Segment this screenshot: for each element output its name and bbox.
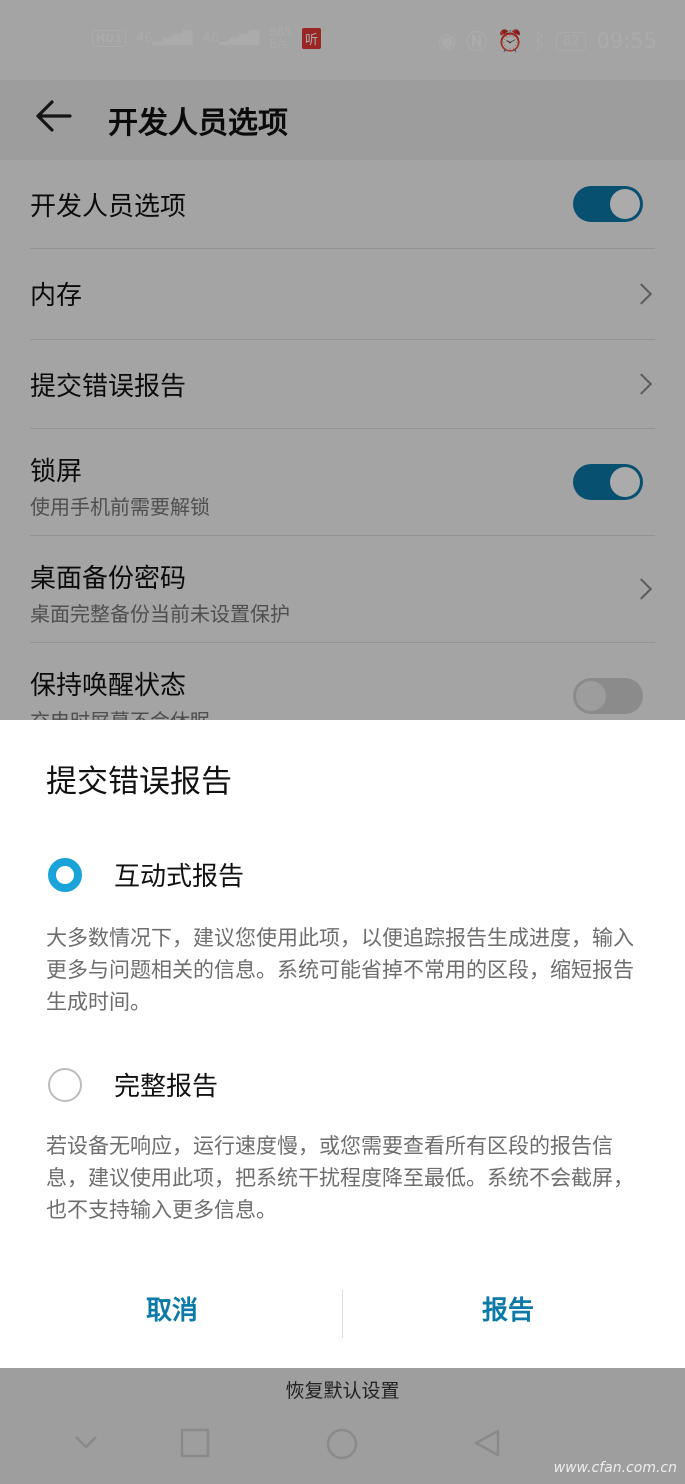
option-label: 完整报告	[114, 1072, 219, 1102]
report-button[interactable]: 报告	[482, 1290, 534, 1327]
dialog-title: 提交错误报告	[46, 764, 232, 800]
cancel-button[interactable]: 取消	[146, 1290, 198, 1327]
recent-apps-icon[interactable]	[180, 1428, 210, 1458]
button-divider	[342, 1290, 343, 1338]
hide-nav-chevron-icon[interactable]	[72, 1428, 100, 1456]
home-icon[interactable]	[326, 1428, 358, 1460]
option-interactive-report[interactable]: 互动式报告	[48, 856, 244, 893]
option-description: 若设备无响应，运行速度慢，或您需要查看所有区段的报告信息，建议使用此项，把系统干…	[46, 1134, 634, 1222]
watermark: www.cfan.com.cn	[553, 1460, 677, 1476]
restore-defaults-button[interactable]: 恢复默认设置	[0, 1376, 685, 1403]
back-nav-icon[interactable]	[472, 1428, 502, 1458]
bottom-area: 恢复默认设置 www.cfan.com.cn	[0, 1368, 685, 1484]
developer-options-screen: HD1 46▂▄▆█ 46▂▄▆█ 885 B/s 听 ◉ Ⓝ ⏰ ᛒ 82 09…	[0, 0, 685, 720]
radio-selected-icon[interactable]	[48, 857, 82, 892]
option-full-report[interactable]: 完整报告	[48, 1066, 218, 1103]
option-label: 互动式报告	[114, 862, 245, 892]
scrim-overlay[interactable]	[0, 0, 685, 720]
radio-unselected-icon[interactable]	[48, 1067, 82, 1102]
bug-report-dialog: 提交错误报告 互动式报告 大多数情况下，建议您使用此项，以便追踪报告生成进度，输…	[0, 720, 685, 1368]
option-description: 大多数情况下，建议您使用此项，以便追踪报告生成进度，输入更多与问题相关的信息。系…	[46, 926, 634, 1014]
